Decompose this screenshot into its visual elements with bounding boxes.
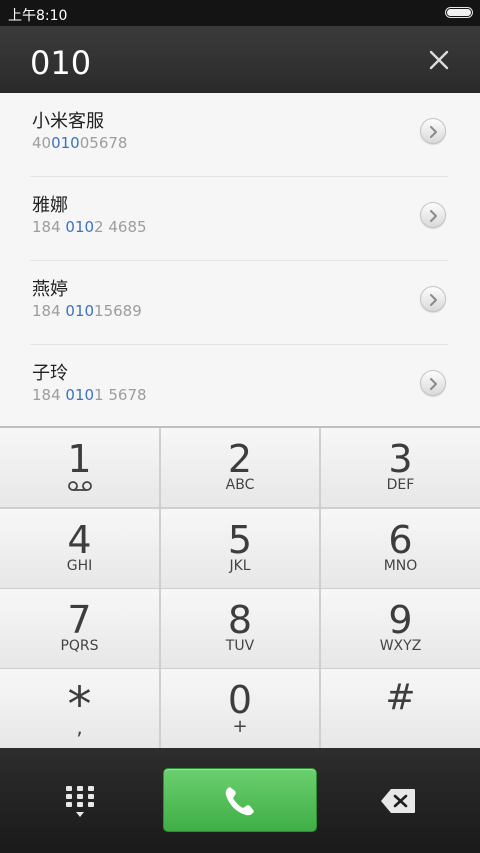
key-3[interactable]: 3 DEF	[321, 428, 480, 507]
key-4[interactable]: 4 GHI	[0, 509, 159, 588]
key-0[interactable]: 0 +	[161, 669, 319, 748]
chevron-right-icon	[430, 210, 437, 222]
contact-name: 燕婷	[32, 279, 68, 300]
phone-icon	[225, 787, 254, 816]
chevron-right-icon	[430, 126, 437, 138]
contact-detail-button[interactable]	[420, 370, 446, 396]
call-button[interactable]	[163, 768, 317, 832]
key-hash[interactable]: #	[321, 669, 480, 748]
status-bar: 上午8:10	[0, 0, 480, 26]
contact-results-list: 小米客服 4001005678 雅娜 184 0102 4685 燕婷 184 …	[0, 93, 480, 426]
dialed-number[interactable]: 010	[30, 44, 91, 82]
contact-name: 雅娜	[32, 195, 68, 216]
key-6[interactable]: 6 MNO	[321, 509, 480, 588]
number-match-highlight: 010	[65, 218, 95, 236]
contact-name: 子玲	[32, 363, 68, 384]
number-match-highlight: 010	[65, 302, 95, 320]
contact-detail-button[interactable]	[420, 118, 446, 144]
contact-number: 184 0102 4685	[32, 218, 147, 236]
number-match-highlight: 010	[51, 134, 80, 152]
chevron-right-icon	[430, 378, 437, 390]
voicemail-icon	[68, 481, 92, 491]
contact-row[interactable]: 雅娜 184 0102 4685	[0, 177, 480, 261]
key-1[interactable]: 1	[0, 428, 159, 507]
key-9[interactable]: 9 WXYZ	[321, 589, 480, 668]
chevron-right-icon	[430, 294, 437, 306]
status-time: 上午8:10	[8, 8, 68, 24]
contact-row[interactable]: 燕婷 184 01015689	[0, 261, 480, 345]
contact-row[interactable]: 子玲 184 0101 5678	[0, 345, 480, 426]
backspace-icon[interactable]	[380, 788, 416, 814]
key-5[interactable]: 5 JKL	[161, 509, 319, 588]
contact-detail-button[interactable]	[420, 202, 446, 228]
key-star[interactable]: * ,	[0, 669, 159, 748]
action-bar	[0, 748, 480, 853]
contact-number: 184 01015689	[32, 302, 142, 320]
key-7[interactable]: 7 PQRS	[0, 589, 159, 668]
dialpad: 1 2 ABC 3 DEF 4 GHI 5 JKL 6 MNO 7 PQRS 8…	[0, 426, 480, 748]
battery-icon	[445, 7, 473, 18]
number-match-highlight: 010	[65, 386, 95, 404]
contact-number: 184 0101 5678	[32, 386, 147, 404]
contact-name: 小米客服	[32, 111, 104, 132]
contact-number: 4001005678	[32, 134, 128, 152]
contact-detail-button[interactable]	[420, 286, 446, 312]
key-8[interactable]: 8 TUV	[161, 589, 319, 668]
dialpad-icon[interactable]	[64, 784, 96, 820]
close-icon[interactable]	[426, 47, 452, 73]
dialer-header: 010	[0, 26, 480, 93]
key-2[interactable]: 2 ABC	[161, 428, 319, 507]
contact-row[interactable]: 小米客服 4001005678	[0, 93, 480, 177]
